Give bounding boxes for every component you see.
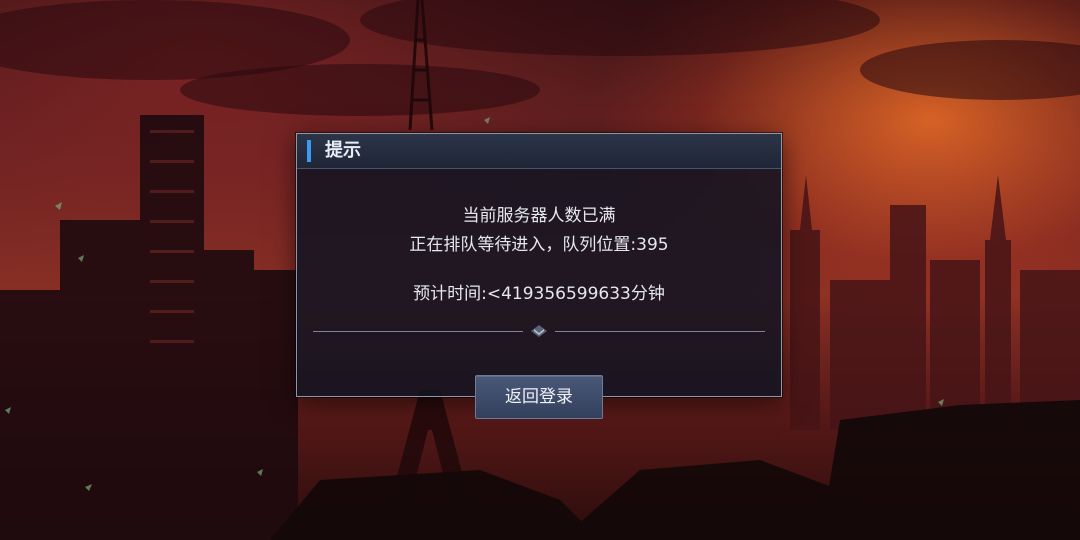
dialog-title: 提示 (325, 140, 361, 161)
queue-position-message: 正在排队等待进入，队列位置:395 (409, 235, 669, 255)
title-accent-bar (307, 140, 311, 162)
game-scene: 提示 当前服务器人数已满 正在排队等待进入，队列位置:395 预计时间:<419… (0, 0, 1080, 540)
return-to-login-button[interactable]: 返回登录 (475, 375, 603, 419)
notice-dialog: 提示 当前服务器人数已满 正在排队等待进入，队列位置:395 预计时间:<419… (296, 133, 782, 419)
dialog-header: 提示 (297, 134, 781, 169)
server-full-message: 当前服务器人数已满 (462, 206, 616, 226)
chevron-down-icon (531, 325, 547, 337)
estimated-time-message: 预计时间:<419356599633分钟 (413, 284, 665, 304)
divider (313, 325, 765, 337)
